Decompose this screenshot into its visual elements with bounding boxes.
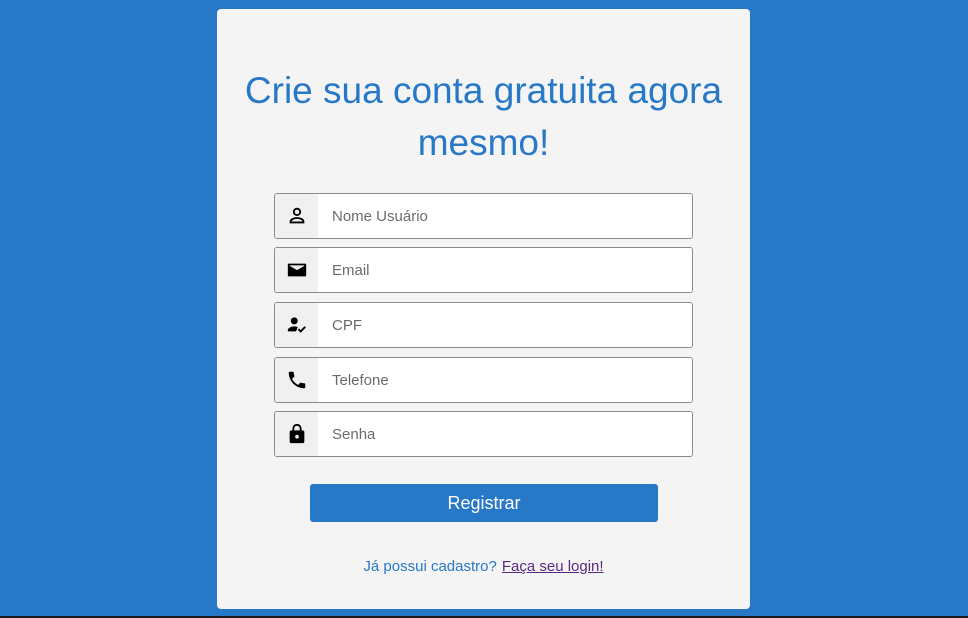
password-input[interactable]	[318, 412, 692, 456]
cpf-field-group	[274, 302, 693, 348]
cpf-input[interactable]	[318, 303, 692, 347]
person-check-icon	[275, 303, 318, 347]
phone-icon	[275, 358, 318, 402]
password-field-group	[274, 411, 693, 457]
page-title: Crie sua conta gratuita agora mesmo!	[244, 70, 723, 163]
signup-card: Crie sua conta gratuita agora mesmo! Reg…	[217, 9, 750, 609]
lock-icon	[275, 412, 318, 456]
phone-input[interactable]	[318, 358, 692, 402]
login-prompt-text: Já possui cadastro?	[363, 558, 497, 575]
username-field-group	[274, 193, 693, 239]
person-icon	[275, 194, 318, 238]
login-link[interactable]: Faça seu login!	[502, 558, 604, 575]
email-field-group	[274, 247, 693, 293]
email-input[interactable]	[318, 248, 692, 292]
login-prompt-row: Já possui cadastro? Faça seu login!	[217, 558, 750, 575]
phone-field-group	[274, 357, 693, 403]
username-input[interactable]	[318, 194, 692, 238]
mail-icon	[275, 248, 318, 292]
register-button[interactable]: Registrar	[310, 484, 658, 522]
